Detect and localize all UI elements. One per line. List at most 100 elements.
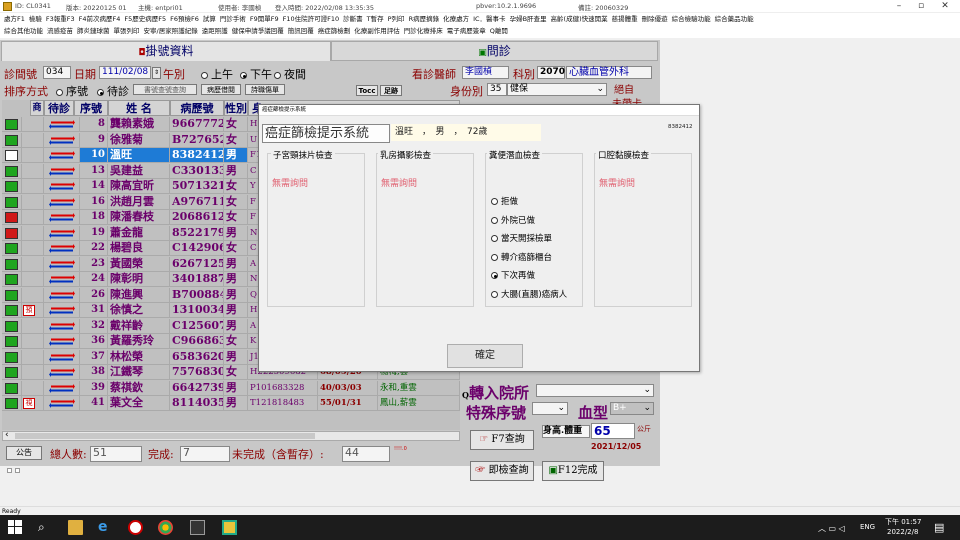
menu1-item[interactable]: T暫存 [367, 14, 384, 25]
menu1-item[interactable]: 孕婦B肝查里 [510, 14, 547, 25]
fobt-option[interactable]: 下次再做 [491, 269, 535, 281]
swap-arrows-icon[interactable] [49, 337, 75, 346]
instant-check-button[interactable]: ☞ 即檢查詢 [470, 461, 534, 481]
swap-arrows-icon[interactable] [49, 306, 75, 315]
fobt-option[interactable]: 外院已做 [491, 214, 535, 226]
footprint-button[interactable]: 足跡 [380, 85, 402, 96]
swap-arrows-icon[interactable] [49, 120, 75, 129]
f12-complete-button[interactable]: ▣F12完成 [542, 461, 604, 481]
date-spin-icon[interactable]: ⇕ [152, 67, 161, 79]
terminal-icon[interactable] [190, 520, 205, 535]
menu2-item[interactable]: 癌症篩檢劃 [318, 26, 351, 37]
swap-arrows-icon[interactable] [49, 321, 75, 331]
menu1-item[interactable]: 處方F1 [4, 14, 25, 25]
menu1-item[interactable]: IC．醫事卡 [473, 14, 505, 25]
weight-field[interactable]: 65 [591, 423, 635, 439]
swap-arrows-icon[interactable] [49, 368, 75, 377]
menu2-item[interactable]: 肺炎鏈球菌 [77, 26, 110, 37]
dept-name-field[interactable]: 心臟血管外科 [566, 66, 652, 79]
swap-arrows-icon[interactable] [49, 197, 75, 207]
scroll-thumb[interactable] [15, 433, 315, 439]
swap-arrows-icon[interactable] [49, 352, 75, 362]
col-header-sex[interactable]: 性別 [224, 100, 248, 116]
clinic-field[interactable]: 034 [43, 66, 71, 79]
menu1-item[interactable]: R病歷摘錄 [409, 14, 440, 25]
menu2-item[interactable]: 安寧/居家照護紀錄 [144, 26, 198, 37]
swap-arrows-icon[interactable] [49, 383, 75, 393]
menu1-item[interactable]: 高齡(成健)快速開業 [551, 14, 608, 25]
menu1-item[interactable]: F4前次病歷F4 [79, 14, 121, 25]
announce-button[interactable]: 公告 [6, 446, 42, 460]
search-icon[interactable]: ⌕ [38, 520, 53, 535]
swap-arrows-icon[interactable] [49, 399, 75, 408]
clock-time[interactable]: 下午 01:57 [885, 517, 921, 527]
tab-registration[interactable]: ◘掛號資料 [1, 41, 331, 61]
tray-icons[interactable]: ︿ ▭ ◁ [818, 523, 845, 534]
session-am[interactable]: 上午 [201, 66, 233, 82]
menu1-item[interactable]: 慈揚體重 [612, 14, 638, 25]
minimize-icon[interactable]: – [888, 1, 910, 11]
menu2-item[interactable]: 流感疫苗 [47, 26, 73, 37]
chart-loan-button[interactable]: 病歷借閱 [201, 84, 241, 95]
swap-arrows-icon[interactable] [49, 135, 75, 145]
menu1-item[interactable]: 門診手術 [220, 14, 246, 25]
f7-query-button[interactable]: ☞ F7查詢 [470, 430, 534, 450]
menu1-item[interactable]: F5歷史病歷F5 [124, 14, 166, 25]
dept-code-field[interactable]: 2070 [537, 66, 565, 79]
confirm-button[interactable]: 確定 [447, 344, 523, 368]
menu2-item[interactable]: 簡訊回覆 [288, 26, 314, 37]
doctor-field[interactable]: 李國楨 [462, 66, 509, 79]
menu2-item[interactable]: 綜合其他功能 [4, 26, 43, 37]
col-header-chart[interactable]: 病歷號 [170, 100, 224, 116]
menu2-item[interactable]: 單張列印 [114, 26, 140, 37]
swap-arrows-icon[interactable] [49, 228, 75, 238]
chrome-icon[interactable] [158, 520, 173, 535]
sort-wait[interactable]: 待診 [97, 83, 129, 99]
restore-icon[interactable]: ▫ [910, 1, 932, 11]
swap-arrows-icon[interactable] [49, 259, 75, 269]
menu1-item[interactable]: 試算 [203, 14, 216, 25]
menu1-item[interactable]: 刪除優遊 [642, 14, 668, 25]
col-header-seq[interactable]: 序號 [74, 100, 108, 116]
swap-arrows-icon[interactable] [49, 290, 75, 300]
swap-arrows-icon[interactable] [49, 244, 75, 253]
menu1-item[interactable]: 化療處方 [443, 14, 469, 25]
file-explorer-icon[interactable] [68, 520, 83, 535]
menu2-item[interactable]: 遠距照護 [202, 26, 228, 37]
clinic-app-icon[interactable] [222, 520, 237, 535]
tab-consult[interactable]: ▣問診 [331, 41, 658, 61]
menu1-item[interactable]: P列印 [388, 14, 405, 25]
swap-arrows-icon[interactable] [49, 182, 75, 191]
menu1-item[interactable]: 檢驗 [29, 14, 42, 25]
table-row[interactable]: 視 41 葉文全 8114035 男 T121818483 55/01/31 鳳山,薪雲 [2, 396, 460, 411]
session-night[interactable]: 夜間 [274, 66, 306, 82]
menu1-item[interactable]: F10住院許可證F10 [283, 14, 340, 25]
fobt-option[interactable]: 當天開採檢單 [491, 232, 552, 244]
language-indicator[interactable]: ENG [860, 523, 875, 531]
clock-date[interactable]: 2022/2/8 [887, 528, 918, 536]
edge-browser-icon[interactable]: e [98, 520, 113, 535]
menu1-item[interactable]: F6預檢F6 [170, 14, 199, 25]
menu2-item[interactable]: 健保申請爭議回覆 [232, 26, 284, 37]
swap-arrows-icon[interactable] [49, 166, 75, 176]
identity-code-field[interactable]: 35 [487, 83, 507, 96]
close-icon[interactable]: ✕ [934, 1, 956, 11]
menu2-item[interactable]: 化療副作用評估 [354, 26, 400, 37]
fobt-option[interactable]: 轉介癌篩櫃台 [491, 251, 552, 263]
occupational-injury-button[interactable]: 詩職傷單 [245, 84, 285, 95]
swap-arrows-icon[interactable] [49, 213, 75, 222]
menu2-item[interactable]: Q離開 [490, 26, 508, 37]
blood-type-select[interactable]: B+ ⌄ [610, 402, 654, 415]
table-row[interactable]: 39 蔡祺欽 6642739 男 P101683328 40/03/03 永和,重雲 [2, 380, 460, 396]
tocc-button[interactable]: Tocc [356, 85, 378, 96]
identity-select[interactable]: 健保 ⌄ [507, 83, 607, 96]
menu1-item[interactable]: F9開單F9 [250, 14, 279, 25]
menu2-item[interactable]: 電子病歷簽章 [447, 26, 486, 37]
col-header-name[interactable]: 姓 名 [108, 100, 170, 116]
fobt-option[interactable]: 大腸(直腸)癌病人 [491, 288, 567, 300]
menu1-item[interactable]: F3報重F3 [46, 14, 75, 25]
date-field[interactable]: 111/02/08 [99, 66, 151, 79]
notification-icon[interactable]: ▤ [934, 521, 944, 534]
search-booking-button[interactable]: 書號查號查詢 [133, 84, 197, 95]
sort-seq[interactable]: 序號 [56, 83, 88, 99]
